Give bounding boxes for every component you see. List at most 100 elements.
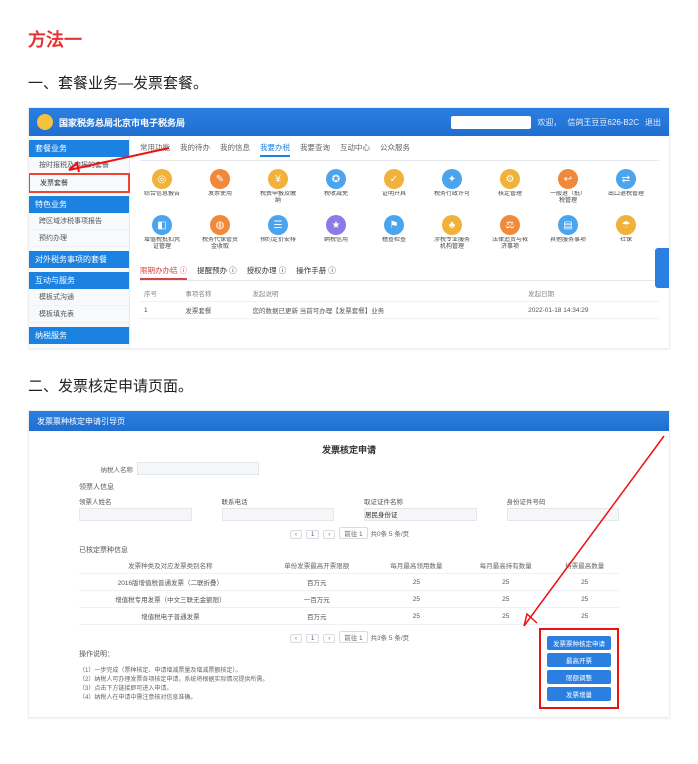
page-1[interactable]: 1: [306, 634, 320, 643]
table-cell: 一百万元: [262, 591, 372, 608]
notes-list: （1）一步完成（票种核定、申请增减票量及增减票额核定）。（2）纳税人可办理发票各…: [79, 667, 619, 703]
note-line: （1）一步完成（票种核定、申请增减票量及增减票额核定）。: [79, 667, 619, 676]
agent-field: 身份证件号码: [507, 496, 620, 521]
top-tabs: 常用功能我的待办我的信息我要办税我要查询互动中心公众服务: [140, 142, 659, 161]
service-icon[interactable]: ✪ 税收减免: [316, 169, 356, 205]
service-icon[interactable]: ▤其他服务事项: [548, 215, 588, 251]
纳税信用-icon: ★: [326, 215, 346, 235]
sidebar-item[interactable]: 模板填充表: [29, 306, 129, 323]
table-cell: 25: [550, 591, 619, 608]
service-icon[interactable]: ⚑稽查检查: [374, 215, 414, 251]
service-icon[interactable]: ◧增值税抵扣凭证管理: [142, 215, 182, 251]
prev-icon[interactable]: ‹: [290, 530, 302, 539]
task-tabs: 限期办办结 ⓘ 提醒预办 ⓘ 授权办理 ⓘ 操作手册 ⓘ: [140, 263, 659, 281]
icon-label: 证明开具: [382, 191, 406, 205]
page-1[interactable]: 1: [306, 530, 320, 539]
table-cell: 25: [461, 591, 550, 608]
sidebar-head[interactable]: 互动与服务: [29, 272, 129, 289]
一般退（抵）税管理-icon: ↩: [558, 169, 578, 189]
search-input[interactable]: [451, 116, 531, 129]
service-icon[interactable]: ⚖法律追责与救济事项: [490, 215, 530, 251]
service-icon[interactable]: ★纳税信用: [316, 215, 356, 251]
app-title: 国家税务总局北京市电子税务局: [59, 116, 451, 129]
agent-field: 取证证件名称居民身份证: [364, 496, 477, 521]
task-tab[interactable]: 授权办理 ⓘ: [247, 263, 287, 280]
table-row: 2016版增值税普通发票（二联折叠）百万元252525: [79, 574, 619, 591]
icon-label: 发票使用: [208, 191, 232, 205]
next-icon[interactable]: ›: [323, 530, 335, 539]
table-row: 增值税电子普通发票百万元252525: [79, 608, 619, 625]
field-input[interactable]: [222, 508, 335, 521]
service-icon[interactable]: ✎发票使用: [200, 169, 240, 205]
table-cell: 2022-01-18 14:34:29: [524, 302, 659, 319]
service-icon[interactable]: ✓证明开具: [374, 169, 414, 205]
task-tab[interactable]: 限期办办结 ⓘ: [140, 263, 187, 280]
action-button[interactable]: 发票增量: [547, 687, 611, 701]
field-input[interactable]: [507, 508, 620, 521]
service-icon[interactable]: ◍税务代保管资金收取: [200, 215, 240, 251]
action-button[interactable]: 限额调整: [547, 670, 611, 684]
top-tab[interactable]: 互动中心: [340, 142, 370, 157]
next-icon[interactable]: ›: [323, 634, 335, 643]
table-cell: 25: [550, 608, 619, 625]
goto-input[interactable]: 前往 1: [339, 527, 367, 539]
sidebar-item[interactable]: 跨区域涉税事项报告: [29, 213, 129, 230]
sidebar-head[interactable]: 特色业务: [29, 196, 129, 213]
sidebar-head[interactable]: 纳税服务: [29, 327, 129, 344]
user-name: 信鸽王豆豆626-B2C: [567, 117, 639, 128]
action-button[interactable]: 发票票种核定申请: [547, 636, 611, 650]
icon-label: 税费申报及缴纳: [258, 191, 298, 205]
sidebar-head[interactable]: 对外税务事项的套餐: [29, 251, 129, 268]
table-cell: 发票套餐: [181, 302, 248, 319]
top-tab[interactable]: 我的待办: [180, 142, 210, 157]
table-header: 每月最高领用数量: [372, 557, 461, 574]
help-float-icon[interactable]: [655, 248, 669, 288]
service-icon[interactable]: ♣涉税专业服务机构管理: [432, 215, 472, 251]
top-tab[interactable]: 我要办税: [260, 142, 290, 157]
agent-field: 联系电话: [222, 496, 335, 521]
form-title: 发票核定申请: [79, 443, 619, 456]
service-icon[interactable]: ¥税费申报及缴纳: [258, 169, 298, 205]
sidebar-item[interactable]: 资源通道: [29, 344, 129, 349]
税收减免-icon: ✪: [326, 169, 346, 189]
action-button[interactable]: 最高开票: [547, 653, 611, 667]
top-tab[interactable]: 我的信息: [220, 142, 250, 157]
table-cell: 2016版增值税普通发票（二联折叠）: [79, 574, 262, 591]
涉税专业服务机构管理-icon: ♣: [442, 215, 462, 235]
top-tab[interactable]: 我要查询: [300, 142, 330, 157]
service-icon[interactable]: ✦税务行政许可: [432, 169, 472, 205]
field-input[interactable]: 居民身份证: [364, 508, 477, 521]
法律追责与救济事项-icon: ⚖: [500, 215, 520, 235]
section-assigned: 已核定票种信息: [79, 545, 619, 555]
table-cell: 25: [461, 574, 550, 591]
pager-2[interactable]: ‹ 1 › 前往 1 共3条 5 条/页: [79, 631, 619, 643]
pager-info: 共3条 5 条/页: [370, 635, 409, 642]
field-input[interactable]: [79, 508, 192, 521]
taxpayer-label: 纳税人名称: [79, 462, 137, 476]
service-icon[interactable]: ⇄出口退税管理: [606, 169, 646, 205]
service-icon[interactable]: ↩一般退（抵）税管理: [548, 169, 588, 205]
logout-link[interactable]: 退出: [645, 117, 661, 128]
icon-label: 稽查检查: [382, 237, 406, 251]
goto-input[interactable]: 前往 1: [339, 631, 367, 643]
top-tab[interactable]: 公众服务: [380, 142, 410, 157]
pager-1[interactable]: ‹ 1 › 前往 1 共0条 5 条/页: [79, 527, 619, 539]
assigned-table: 发票种类及对应发票类别名称单份发票最高开票限额每月最高领用数量每月最高持有数量持…: [79, 557, 619, 625]
table-cell: 25: [461, 608, 550, 625]
icon-label: 税收减免: [324, 191, 348, 205]
service-icon[interactable]: ☰预约定价安排: [258, 215, 298, 251]
service-icon[interactable]: ☂社保: [606, 215, 646, 251]
callout-arrow-icon: [59, 146, 179, 176]
sidebar-item[interactable]: 预约办理: [29, 230, 129, 247]
sidebar-item-invoice-package[interactable]: 发票套餐: [29, 174, 129, 192]
icon-label: 核定管理: [498, 191, 522, 205]
task-tab[interactable]: 操作手册 ⓘ: [296, 263, 336, 280]
table-cell: 百万元: [262, 608, 372, 625]
table-cell: 1: [140, 302, 181, 319]
出口退税管理-icon: ⇄: [616, 169, 636, 189]
sidebar-item[interactable]: 模板式沟通: [29, 289, 129, 306]
service-icon[interactable]: ⚙核定管理: [490, 169, 530, 205]
task-tab[interactable]: 提醒预办 ⓘ: [197, 263, 237, 280]
prev-icon[interactable]: ‹: [290, 634, 302, 643]
task-table: 序号事项名称发起说明发起日期 1发票套餐您的数据已更新 当前可办理【发票套餐】业…: [140, 285, 659, 319]
